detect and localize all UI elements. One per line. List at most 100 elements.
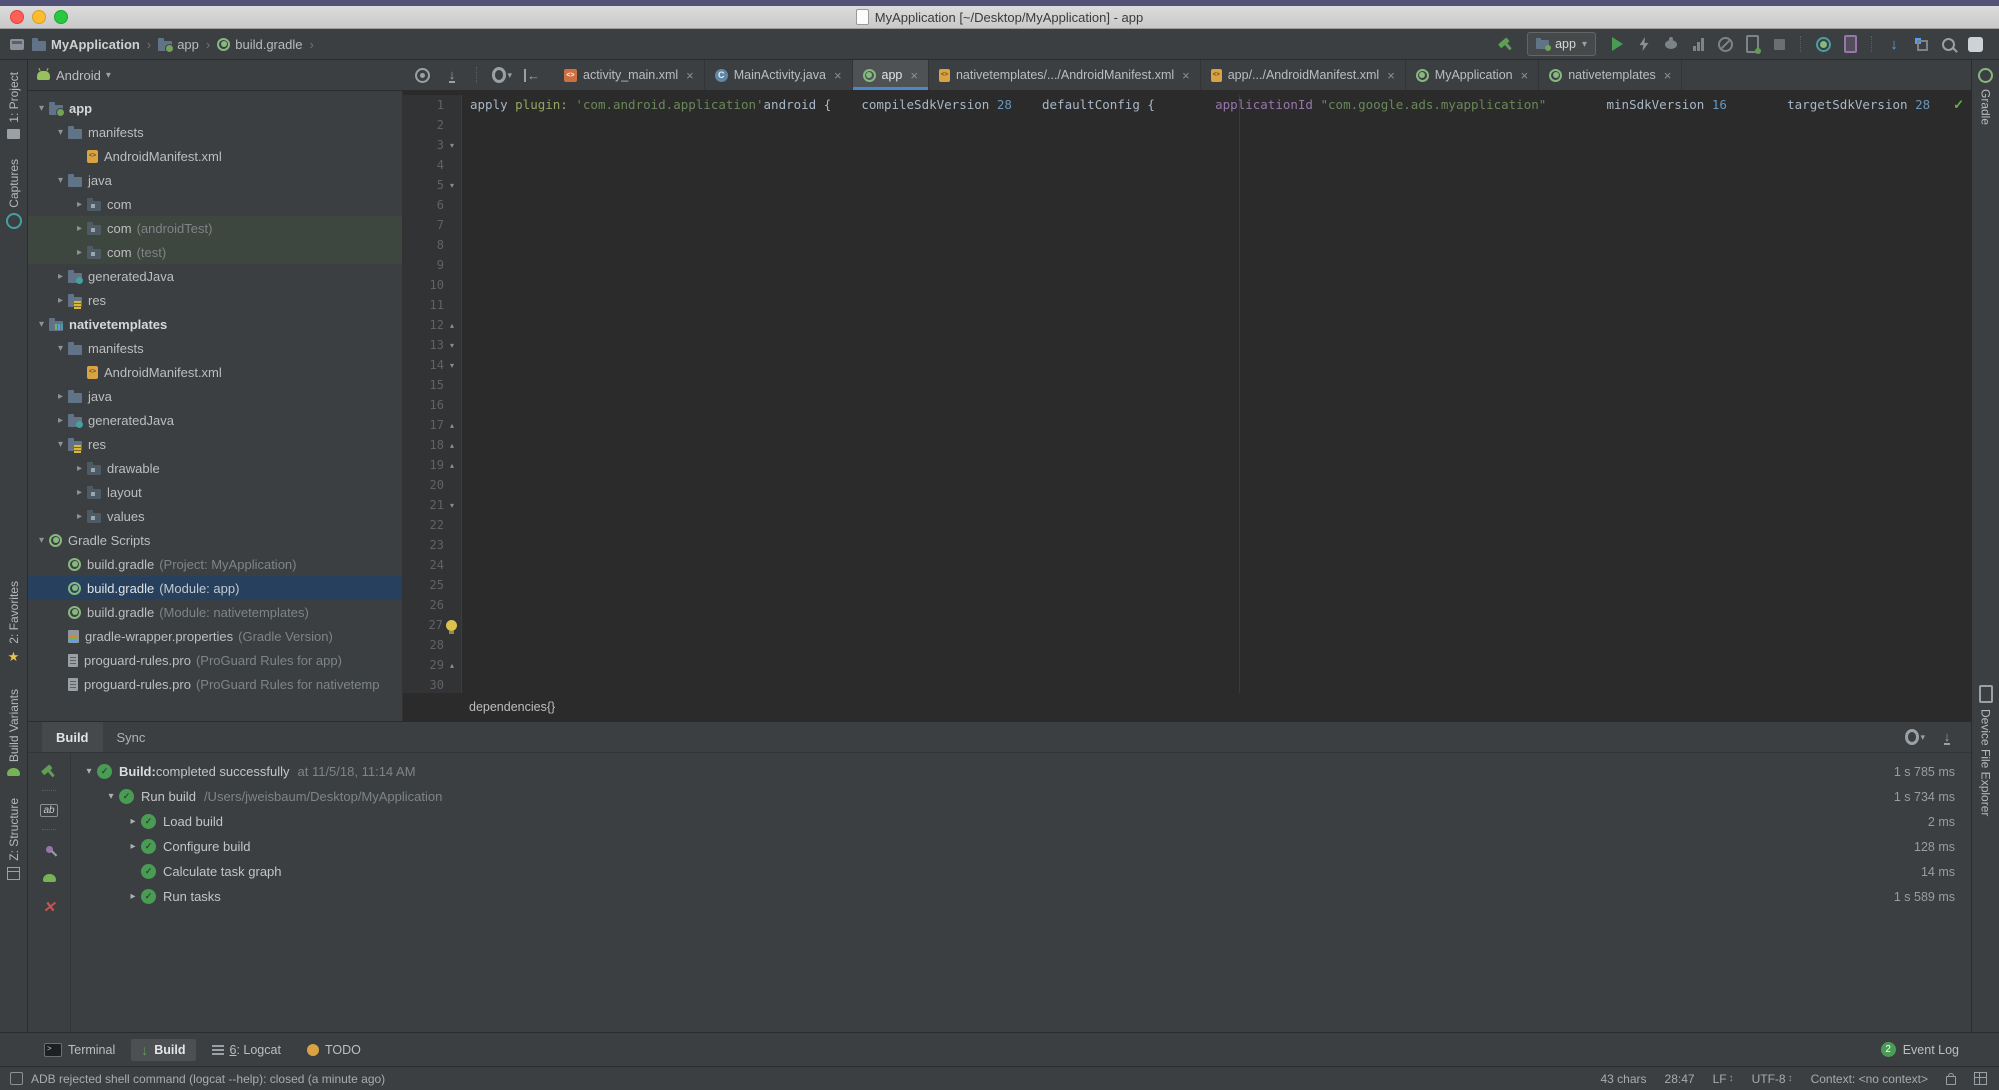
breadcrumb-item-myapplication[interactable]: MyApplication bbox=[30, 37, 142, 52]
build-settings-gear-icon[interactable]: ▾ bbox=[1905, 727, 1925, 747]
gutter-line[interactable]: 6 bbox=[403, 195, 461, 215]
expand-arrow-icon[interactable]: ▾ bbox=[53, 439, 68, 450]
expand-arrow-icon[interactable]: ▸ bbox=[72, 463, 87, 474]
code-line-8[interactable]: targetSdkVersion 28 bbox=[1727, 97, 1930, 112]
expand-arrow-icon[interactable]: ▾ bbox=[34, 103, 49, 114]
tool-strip-item-z-structure[interactable]: Z: Structure bbox=[7, 798, 21, 880]
tab-nativetemplates-androidmanifest-xml[interactable]: nativetemplates/.../AndroidManifest.xml × bbox=[929, 60, 1201, 90]
line-number[interactable]: 22 bbox=[424, 518, 444, 532]
build-row-completed-successfully[interactable]: ▾ ✓ Build: completed successfully at 11/5/1… bbox=[71, 759, 1971, 784]
tool-strip-item-captures[interactable]: Captures bbox=[5, 159, 22, 230]
expand-arrow-icon[interactable]: ▾ bbox=[53, 175, 68, 186]
line-number[interactable]: 21 bbox=[424, 498, 444, 512]
gutter-line[interactable]: 9 bbox=[403, 255, 461, 275]
locate-icon[interactable] bbox=[412, 65, 432, 85]
line-number[interactable]: 19 bbox=[424, 458, 444, 472]
build-row-load-build[interactable]: ▸ ✓ Load build 2 ms bbox=[71, 809, 1971, 834]
tree-row-com[interactable]: ▸ com bbox=[28, 192, 402, 216]
tab-myapplication[interactable]: MyApplication × bbox=[1406, 60, 1540, 90]
gutter-line[interactable]: 7 bbox=[403, 215, 461, 235]
expand-arrow-icon[interactable]: ▸ bbox=[53, 415, 68, 426]
line-number[interactable]: 1 bbox=[424, 98, 444, 112]
tree-row-values[interactable]: ▸ values bbox=[28, 504, 402, 528]
tree-row-res[interactable]: ▾ res bbox=[28, 432, 402, 456]
line-number[interactable]: 24 bbox=[424, 558, 444, 572]
tree-row-manifests[interactable]: ▾ manifests bbox=[28, 336, 402, 360]
breadcrumb-item-build-gradle[interactable]: build.gradle bbox=[215, 37, 304, 52]
collapse-panel-icon[interactable]: ↓ bbox=[1937, 727, 1957, 747]
fold-open-icon[interactable]: ▾ bbox=[447, 501, 457, 510]
build-row-calculate-task-graph[interactable]: ✓ Calculate task graph 14 ms bbox=[71, 859, 1971, 884]
expand-arrow-icon[interactable]: ▾ bbox=[53, 343, 68, 354]
pin-button[interactable] bbox=[39, 839, 59, 859]
inspections-ok-icon[interactable]: ✓ bbox=[1953, 97, 1964, 113]
hide-panel-icon[interactable]: ← bbox=[522, 65, 542, 85]
tool-strip-item-1-project[interactable]: 1: Project bbox=[7, 72, 21, 139]
gutter-line[interactable]: 4 bbox=[403, 155, 461, 175]
fold-open-icon[interactable]: ▾ bbox=[447, 361, 457, 370]
intention-bulb-icon[interactable] bbox=[446, 619, 457, 634]
gutter-line[interactable]: 30 bbox=[403, 675, 461, 693]
code-line-3[interactable]: android { bbox=[764, 97, 832, 112]
profile-button[interactable] bbox=[1688, 34, 1708, 54]
code-area[interactable]: 1 2 3 ▾ 4 5 ▾ 6 7 8 9 10 11 12 ▴ 13 ▾ 14 ▾ 15 16 17 ▴ 18 ▴ 19 ▴ 20 2… bbox=[403, 91, 1971, 693]
expand-arrow-icon[interactable]: ▸ bbox=[72, 223, 87, 234]
gutter-line[interactable]: 17 ▴ bbox=[403, 415, 461, 435]
filter-button[interactable]: ab bbox=[39, 800, 59, 820]
status-widget-utf-8[interactable]: UTF-8 ↕ bbox=[1752, 1072, 1793, 1086]
line-number[interactable]: 11 bbox=[424, 298, 444, 312]
close-tab-icon[interactable]: × bbox=[686, 68, 694, 83]
gutter-line[interactable]: 28 bbox=[403, 635, 461, 655]
code-line-9[interactable]: versionCode 1 bbox=[1930, 97, 1971, 112]
expand-arrow-icon[interactable]: ▸ bbox=[72, 487, 87, 498]
gutter-line[interactable]: 1 bbox=[403, 95, 461, 115]
close-tab-icon[interactable]: × bbox=[1387, 68, 1395, 83]
line-number[interactable]: 3 bbox=[424, 138, 444, 152]
line-number[interactable]: 16 bbox=[424, 398, 444, 412]
gutter-line[interactable]: 5 ▾ bbox=[403, 175, 461, 195]
layout-grid-icon[interactable] bbox=[1974, 1072, 1987, 1085]
close-tab-icon[interactable]: × bbox=[1521, 68, 1529, 83]
tool-button-build[interactable]: Build bbox=[131, 1038, 196, 1061]
tree-row-generatedjava[interactable]: ▸ generatedJava bbox=[28, 264, 402, 288]
view-options-icon[interactable]: ▾ bbox=[492, 65, 512, 85]
fold-close-icon[interactable]: ▴ bbox=[447, 421, 457, 430]
tree-row-drawable[interactable]: ▸ drawable bbox=[28, 456, 402, 480]
expand-arrow-icon[interactable]: ▸ bbox=[72, 199, 87, 210]
avd-manager-button[interactable] bbox=[1840, 34, 1860, 54]
close-tab-icon[interactable]: × bbox=[910, 68, 918, 83]
expand-arrow-icon[interactable]: ▾ bbox=[103, 791, 119, 802]
breadcrumb-item-app[interactable]: app bbox=[156, 37, 201, 53]
gutter-line[interactable]: 8 bbox=[403, 235, 461, 255]
tree-row-gradle-wrapper-properties-gradle-version[interactable]: gradle-wrapper.properties (Gradle Version… bbox=[28, 624, 402, 648]
android-options-button[interactable] bbox=[39, 868, 59, 888]
tab-app[interactable]: app × bbox=[852, 60, 929, 90]
code-line-6[interactable]: applicationId "com.google.ads.myapplicat… bbox=[1155, 97, 1546, 112]
fold-open-icon[interactable]: ▾ bbox=[447, 341, 457, 350]
tool-strip-item-gradle[interactable]: Gradle bbox=[1978, 68, 1993, 125]
status-widget-28-47[interactable]: 28:47 bbox=[1665, 1072, 1695, 1086]
line-number[interactable]: 17 bbox=[424, 418, 444, 432]
expand-arrow-icon[interactable]: ▾ bbox=[53, 127, 68, 138]
line-number[interactable]: 5 bbox=[424, 178, 444, 192]
expand-arrow-icon[interactable]: ▸ bbox=[125, 841, 141, 852]
status-toggle-icon[interactable] bbox=[10, 1072, 23, 1085]
build-hammer-button[interactable] bbox=[1496, 34, 1516, 54]
fold-close-icon[interactable]: ▴ bbox=[447, 461, 457, 470]
tree-row-com-test[interactable]: ▸ com (test) bbox=[28, 240, 402, 264]
tree-row-layout[interactable]: ▸ layout bbox=[28, 480, 402, 504]
lock-icon[interactable] bbox=[1946, 1072, 1956, 1085]
gutter-line[interactable]: 23 bbox=[403, 535, 461, 555]
tree-row-com-androidtest[interactable]: ▸ com (androidTest) bbox=[28, 216, 402, 240]
line-number[interactable]: 12 bbox=[424, 318, 444, 332]
line-number[interactable]: 9 bbox=[424, 258, 444, 272]
project-view-selector[interactable]: Android bbox=[56, 68, 101, 83]
fold-close-icon[interactable]: ▴ bbox=[447, 441, 457, 450]
tab-nativetemplates[interactable]: nativetemplates × bbox=[1539, 60, 1683, 90]
tool-button-terminal[interactable]: Terminal bbox=[34, 1039, 125, 1061]
tool-button-6-logcat[interactable]: 6: Logcat bbox=[202, 1039, 291, 1061]
event-log-button[interactable]: 2 Event Log bbox=[1880, 1042, 1959, 1057]
gutter-line[interactable]: 3 ▾ bbox=[403, 135, 461, 155]
minimize-window-button[interactable] bbox=[32, 10, 46, 24]
expand-arrow-icon[interactable]: ▾ bbox=[34, 535, 49, 546]
